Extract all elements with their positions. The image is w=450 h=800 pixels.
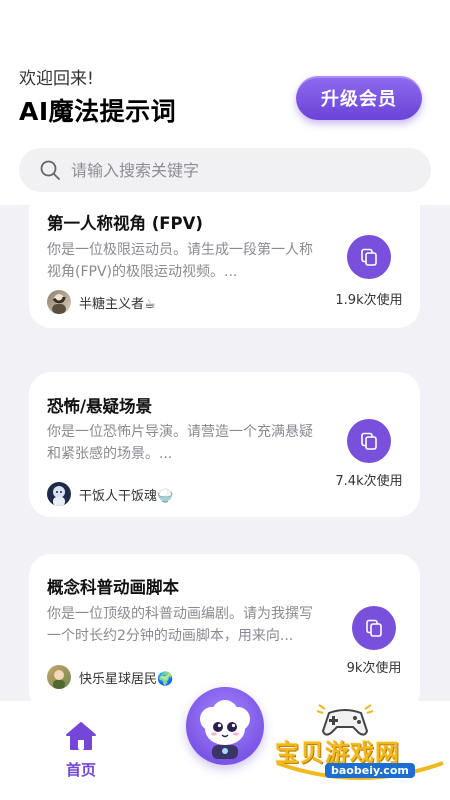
header: 欢迎回来! AI魔法提示词 升级会员 bbox=[0, 0, 450, 205]
nav-home-label: 首页 bbox=[65, 761, 96, 779]
upgrade-membership-button[interactable]: 升级会员 bbox=[296, 76, 422, 120]
avatar bbox=[47, 665, 71, 689]
search-icon bbox=[40, 160, 60, 180]
card-description: 你是一位恐怖片导演。请营造一个充满悬疑和紧张感的场景。... bbox=[47, 424, 313, 462]
mascot-icon bbox=[200, 700, 250, 759]
usage-count: 7.4k次使用 bbox=[335, 474, 403, 489]
card-author: 干饭人干饭魂🍚 bbox=[47, 482, 173, 506]
usage-count: 9k次使用 bbox=[346, 661, 402, 676]
watermark-url: baobeiy.com bbox=[325, 763, 415, 778]
copy-button[interactable] bbox=[347, 419, 391, 463]
copy-icon bbox=[361, 432, 377, 450]
copy-button[interactable] bbox=[347, 235, 391, 279]
page-title: AI魔法提示词 bbox=[19, 97, 177, 126]
prompt-card[interactable]: 恐怖/悬疑场景 你是一位恐怖片导演。请营造一个充满悬疑和紧张感的场景。... 干… bbox=[29, 372, 420, 517]
card-title: 第一人称视角 (FPV) bbox=[47, 214, 203, 233]
mascot-avatar-button[interactable] bbox=[186, 687, 264, 765]
card-author: 半糖主义者☕ bbox=[47, 290, 156, 314]
bottom-navigation: 首页 宝贝游戏网 baobeiy.com bbox=[0, 687, 450, 800]
card-description: 你是一位极限运动员。请生成一段第一人称视角(FPV)的极限运动视频。... bbox=[47, 242, 313, 280]
usage-count: 1.9k次使用 bbox=[335, 293, 403, 308]
home-icon bbox=[66, 722, 96, 750]
upgrade-button-label: 升级会员 bbox=[321, 89, 397, 110]
avatar bbox=[47, 290, 71, 314]
author-name: 半糖主义者☕ bbox=[79, 296, 156, 312]
welcome-text: 欢迎回来! bbox=[19, 69, 94, 89]
card-title: 恐怖/悬疑场景 bbox=[47, 397, 153, 416]
prompt-card[interactable]: 概念科普动画脚本 你是一位顶级的科普动画编剧。请为我撰写一个时长约2分钟的动画脚… bbox=[29, 554, 420, 701]
search-input[interactable] bbox=[71, 160, 371, 180]
copy-button[interactable] bbox=[352, 606, 396, 650]
nav-home[interactable]: 首页 bbox=[56, 721, 106, 780]
copy-icon bbox=[361, 248, 377, 266]
avatar bbox=[47, 482, 71, 506]
card-description: 你是一位顶级的科普动画编剧。请为我撰写一个时长约2分钟的动画脚本，用来向... bbox=[47, 606, 313, 644]
watermark: 宝贝游戏网 baobeiy.com bbox=[275, 701, 445, 796]
search-bar[interactable] bbox=[19, 148, 431, 192]
author-name: 快乐星球居民🌍 bbox=[79, 671, 174, 687]
card-author: 快乐星球居民🌍 bbox=[47, 665, 173, 689]
prompt-card[interactable]: 第一人称视角 (FPV) 你是一位极限运动员。请生成一段第一人称视角(FPV)的… bbox=[29, 205, 420, 328]
author-name: 干饭人干饭魂🍚 bbox=[79, 488, 174, 504]
prompt-list[interactable]: 第一人称视角 (FPV) 你是一位极限运动员。请生成一段第一人称视角(FPV)的… bbox=[0, 205, 450, 701]
card-title: 概念科普动画脚本 bbox=[47, 578, 179, 597]
copy-icon bbox=[366, 619, 382, 637]
